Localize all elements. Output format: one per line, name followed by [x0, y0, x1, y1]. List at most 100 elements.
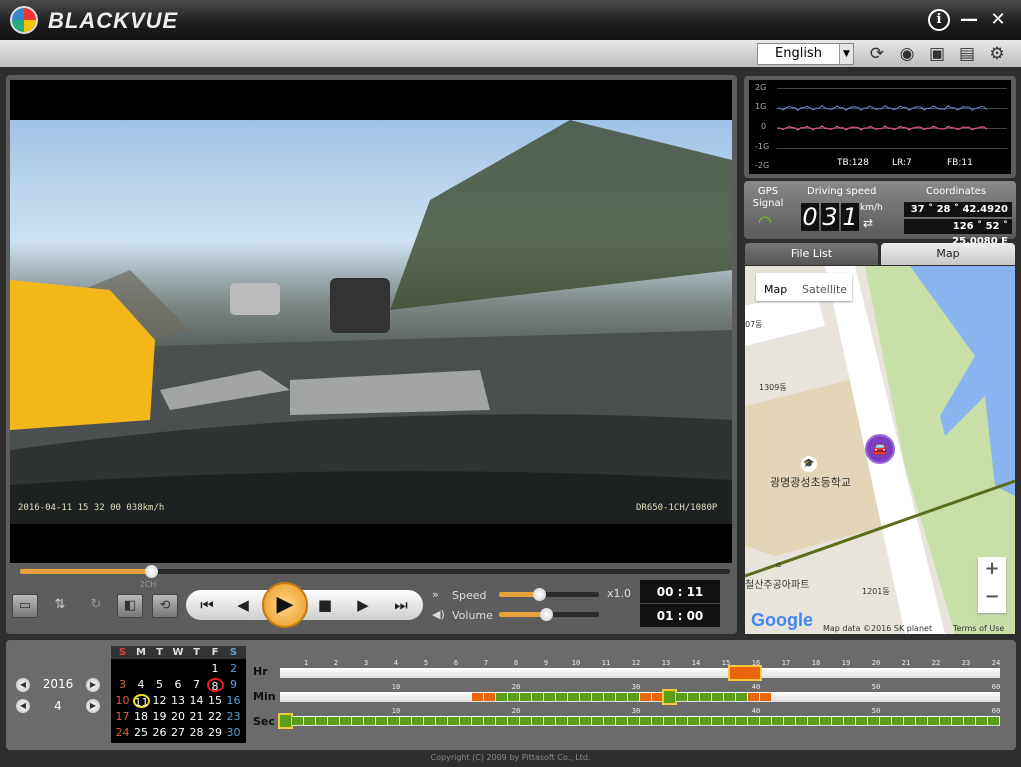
second-segment[interactable] [352, 717, 363, 725]
next-month-icon[interactable]: ▶ [86, 699, 100, 713]
second-segment[interactable] [304, 717, 315, 725]
calendar-day[interactable]: 13 [170, 694, 187, 708]
second-segment[interactable] [328, 717, 339, 725]
second-segment[interactable] [568, 717, 579, 725]
second-segment[interactable] [688, 717, 699, 725]
calendar-day[interactable]: 4 [133, 678, 150, 692]
calendar-day[interactable]: 28 [188, 726, 205, 740]
second-segment[interactable] [412, 717, 423, 725]
calendar-day[interactable]: 22 [207, 710, 224, 724]
minute-segment[interactable] [712, 693, 723, 701]
minute-segment[interactable] [616, 693, 627, 701]
second-segment[interactable] [892, 717, 903, 725]
hour-segment[interactable] [728, 665, 762, 681]
calendar-day[interactable]: 3 [114, 678, 131, 692]
second-segment[interactable] [376, 717, 387, 725]
video-frame[interactable] [10, 120, 732, 524]
second-segment[interactable] [652, 717, 663, 725]
minute-segment[interactable] [700, 693, 711, 701]
pip-icon[interactable]: ◧ [117, 594, 143, 618]
second-segment[interactable] [700, 717, 711, 725]
minute-segment[interactable] [748, 693, 759, 701]
second-segment[interactable] [496, 717, 507, 725]
calendar-day[interactable]: 21 [188, 710, 205, 724]
second-segment[interactable] [616, 717, 627, 725]
second-segment[interactable] [580, 717, 591, 725]
minute-segment[interactable] [676, 693, 687, 701]
second-segment[interactable] [604, 717, 615, 725]
volume-handle[interactable] [540, 608, 553, 621]
switch-channel-icon[interactable]: ⟲ [152, 594, 178, 618]
calendar-day[interactable]: 23 [225, 710, 242, 724]
second-segment[interactable] [916, 717, 927, 725]
calendar-day[interactable]: 17 [114, 710, 131, 724]
second-segment[interactable] [736, 717, 747, 725]
calendar-day[interactable]: 1 [207, 662, 224, 676]
second-segment[interactable] [340, 717, 351, 725]
calendar-day[interactable]: 15 [207, 694, 224, 708]
close-icon[interactable]: ✕ [987, 9, 1009, 31]
speed-handle[interactable] [533, 588, 546, 601]
calendar-day[interactable]: 24 [114, 726, 131, 740]
next-frame-icon[interactable]: ▶ [346, 590, 380, 620]
second-segment[interactable] [724, 717, 735, 725]
second-segment[interactable] [520, 717, 531, 725]
second-segment[interactable] [928, 717, 939, 725]
second-segment[interactable] [484, 717, 495, 725]
second-segment[interactable] [448, 717, 459, 725]
language-select[interactable]: English ▼ [757, 43, 854, 65]
unit-toggle-icon[interactable]: ⇄ [863, 216, 873, 230]
calendar-day[interactable]: 27 [170, 726, 187, 740]
sd-card-refresh-icon[interactable]: ⟳ [866, 43, 888, 65]
calendar-day[interactable]: 18 [133, 710, 150, 724]
calendar-day[interactable]: 12 [151, 694, 168, 708]
second-segment[interactable] [556, 717, 567, 725]
second-segment[interactable] [976, 717, 987, 725]
minimize-icon[interactable]: — [958, 9, 980, 31]
calendar-day[interactable]: 2 [225, 662, 242, 676]
second-segment[interactable] [964, 717, 975, 725]
second-segment[interactable] [832, 717, 843, 725]
second-segment[interactable] [472, 717, 483, 725]
second-segment[interactable] [712, 717, 723, 725]
calendar-day[interactable]: 30 [225, 726, 242, 740]
second-segment[interactable] [278, 713, 293, 729]
second-segment[interactable] [784, 717, 795, 725]
minute-segment[interactable] [652, 693, 663, 701]
minute-segment[interactable] [688, 693, 699, 701]
minute-segment[interactable] [736, 693, 747, 701]
minute-segment[interactable] [724, 693, 735, 701]
minute-segment[interactable] [628, 693, 639, 701]
minute-segment[interactable] [520, 693, 531, 701]
minute-segment[interactable] [556, 693, 567, 701]
second-segment[interactable] [364, 717, 375, 725]
minute-segment[interactable] [484, 693, 495, 701]
second-segment[interactable] [316, 717, 327, 725]
prev-frame-icon[interactable]: ◀ [226, 590, 260, 620]
prev-year-icon[interactable]: ◀ [16, 678, 30, 692]
second-segment[interactable] [628, 717, 639, 725]
calendar-day[interactable]: 8 [206, 678, 224, 693]
terms-link[interactable]: Terms of Use [953, 624, 1004, 633]
tab-map[interactable]: Map [881, 243, 1015, 265]
calendar-day[interactable]: 29 [207, 726, 224, 740]
map-view[interactable]: Map Satellite 07동 1309동 🎓 광명광성초등학교 🚘 ⌂ 철… [745, 266, 1015, 634]
second-segment[interactable] [880, 717, 891, 725]
last-file-icon[interactable]: ⏭ [384, 590, 418, 620]
second-segment[interactable] [772, 717, 783, 725]
minute-segment[interactable] [580, 693, 591, 701]
second-timeline[interactable] [278, 713, 1000, 729]
print-icon[interactable]: ▤ [956, 43, 978, 65]
second-segment[interactable] [796, 717, 807, 725]
calendar-day[interactable]: 5 [151, 678, 168, 692]
rotate-icon[interactable]: ↻ [83, 594, 109, 618]
calendar-day[interactable]: 25 [133, 726, 150, 740]
second-segment[interactable] [868, 717, 879, 725]
minute-segment[interactable] [662, 689, 677, 705]
second-segment[interactable] [844, 717, 855, 725]
zoom-in-button[interactable]: + [978, 558, 1006, 579]
second-segment[interactable] [952, 717, 963, 725]
second-segment[interactable] [640, 717, 651, 725]
calendar-day[interactable]: 14 [188, 694, 205, 708]
calendar-day[interactable]: 20 [170, 710, 187, 724]
